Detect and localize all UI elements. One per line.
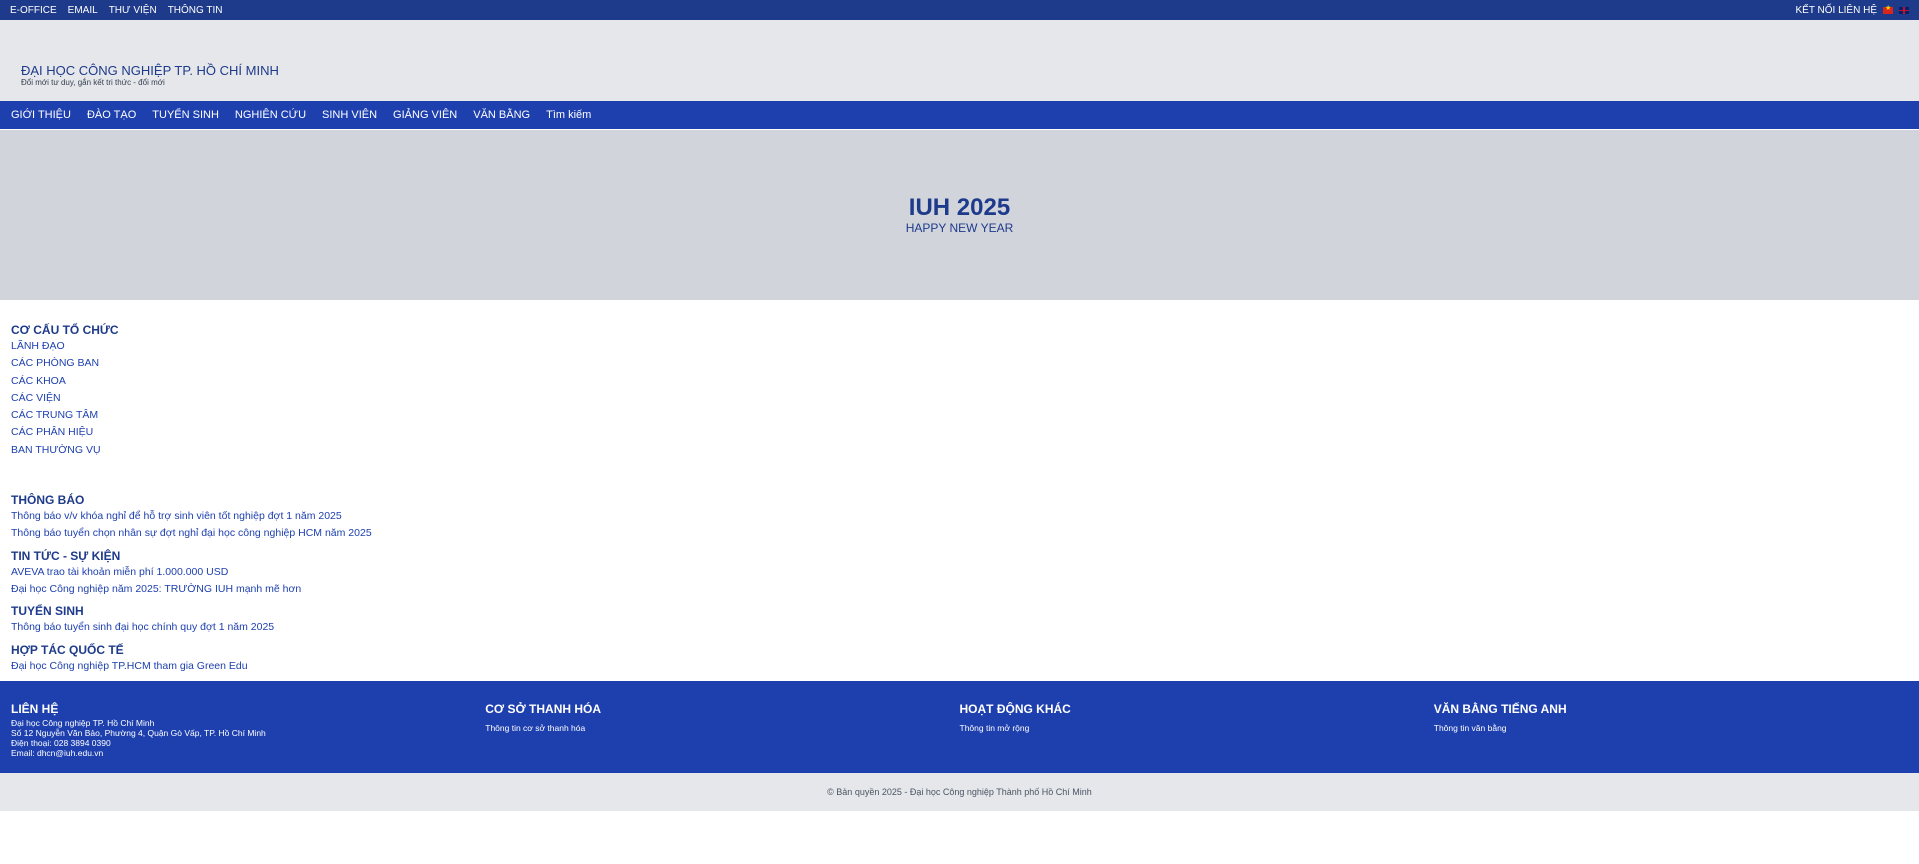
admissions-item[interactable]: Thông báo tuyển sinh đại học chính quy đ… xyxy=(11,619,1908,636)
nav-research[interactable]: NGHIÊN CỨU xyxy=(235,109,306,121)
site-footer: LIÊN HỆ Đại học Công nghiệp TP. Hồ Chí M… xyxy=(0,680,1919,773)
uk-flag-icon[interactable] xyxy=(1899,6,1909,14)
org-item-leadership[interactable]: LÃNH ĐẠO xyxy=(11,338,1908,355)
nav-admissions[interactable]: TUYỂN SINH xyxy=(152,109,219,121)
footer-contact-line: Số 12 Nguyễn Văn Bảo, Phường 4, Quận Gò … xyxy=(11,727,266,738)
footer-contact: LIÊN HỆ Đại học Công nghiệp TP. Hồ Chí M… xyxy=(11,681,485,773)
top-link-email[interactable]: EMAIL xyxy=(68,5,98,16)
news-item[interactable]: AVEVA trao tài khoản miễn phí 1.000.000 … xyxy=(11,564,1908,581)
nav-diplomas[interactable]: VĂN BẰNG xyxy=(473,109,530,121)
org-structure-list: LÃNH ĐẠO CÁC PHÒNG BAN CÁC KHOA CÁC VIỆN… xyxy=(11,338,1908,459)
org-structure-title: CƠ CẤU TỔ CHỨC xyxy=(11,323,119,337)
hero-banner: IUH 2025 HAPPY NEW YEAR xyxy=(0,130,1919,300)
org-item-centers[interactable]: CÁC TRUNG TÂM xyxy=(11,407,1908,424)
nav-search[interactable]: Tìm kiếm xyxy=(546,109,591,121)
announcements-section: THÔNG BÁO Thông báo v/v khóa nghỉ để hỗ … xyxy=(11,493,1908,543)
top-bar: E-OFFICE EMAIL THƯ VIỆN THÔNG TIN KẾT NỐ… xyxy=(0,0,1919,20)
main-content: CƠ CẤU TỔ CHỨC LÃNH ĐẠO CÁC PHÒNG BAN CÁ… xyxy=(0,300,1919,675)
footer-english-diploma: VĂN BẰNG TIẾNG ANH Thông tin văn bằng xyxy=(1434,681,1908,773)
announcements-title: THÔNG BÁO xyxy=(11,493,85,508)
org-item-standing-committee[interactable]: BAN THƯỜNG VỤ xyxy=(11,442,1908,459)
footer-thanhhoa-link[interactable]: Thông tin cơ sở thanh hóa xyxy=(485,723,585,733)
footer-contact-title: LIÊN HỆ xyxy=(11,701,59,716)
admissions-title: TUYỂN SINH xyxy=(11,604,84,619)
nav-lecturers[interactable]: GIẢNG VIÊN xyxy=(393,109,457,121)
brand[interactable]: ĐẠI HỌC CÔNG NGHIỆP TP. HỒ CHÍ MINH Đổi … xyxy=(21,63,279,88)
vietnam-flag-icon[interactable] xyxy=(1883,4,1893,14)
footer-english-diploma-title: VĂN BẰNG TIẾNG ANH xyxy=(1433,701,1567,716)
footer-activities: HOẠT ĐỘNG KHÁC Thông tin mở rộng xyxy=(960,681,1434,773)
international-title: HỢP TÁC QUỐC TẾ xyxy=(11,642,124,657)
footer-activities-title: HOẠT ĐỘNG KHÁC xyxy=(959,701,1071,716)
main-nav: GIỚI THIỆU ĐÀO TẠO TUYỂN SINH NGHIÊN CỨU… xyxy=(0,101,1919,129)
footer-english-diploma-link[interactable]: Thông tin văn bằng xyxy=(1434,723,1507,733)
news-events-title: TIN TỨC - SỰ KIỆN xyxy=(11,548,121,563)
nav-about[interactable]: GIỚI THIỆU xyxy=(11,109,71,121)
footer-contact-line: Đại học Công nghiệp TP. Hồ Chí Minh xyxy=(11,717,155,728)
top-link-eoffice[interactable]: E-OFFICE xyxy=(10,5,57,16)
contact-link[interactable]: KẾT NỐI LIÊN HỆ xyxy=(1795,5,1877,16)
international-item[interactable]: Đại học Công nghiệp TP.HCM tham gia Gree… xyxy=(11,658,1908,675)
copyright-bar: © Bản quyền 2025 - Đại học Công nghiệp T… xyxy=(0,772,1919,811)
site-header: ĐẠI HỌC CÔNG NGHIỆP TP. HỒ CHÍ MINH Đổi … xyxy=(0,20,1919,101)
announcement-item[interactable]: Thông báo tuyển chọn nhân sự đợt nghỉ đạ… xyxy=(11,525,1908,542)
footer-contact-line: Điện thoại: 028 3894 0390 xyxy=(11,737,111,748)
news-item[interactable]: Đại học Công nghiệp năm 2025: TRƯỜNG IUH… xyxy=(11,581,1908,598)
footer-activities-link[interactable]: Thông tin mở rộng xyxy=(960,723,1030,733)
org-item-departments[interactable]: CÁC PHÒNG BAN xyxy=(11,355,1908,372)
footer-thanhhoa-title: CƠ SỞ THANH HÓA xyxy=(485,701,602,716)
top-link-library[interactable]: THƯ VIỆN xyxy=(109,5,157,16)
admissions-section: TUYỂN SINH Thông báo tuyển sinh đại học … xyxy=(11,604,1908,636)
org-item-faculties[interactable]: CÁC KHOA xyxy=(11,373,1908,390)
site-title: ĐẠI HỌC CÔNG NGHIỆP TP. HỒ CHÍ MINH xyxy=(21,63,279,78)
nav-training[interactable]: ĐÀO TẠO xyxy=(87,109,136,121)
hero-title: IUH 2025 xyxy=(908,194,1011,221)
site-slogan: Đổi mới tư duy, gắn kết tri thức - đổi m… xyxy=(21,78,165,87)
top-links: E-OFFICE EMAIL THƯ VIỆN THÔNG TIN xyxy=(10,5,223,16)
news-events-section: TIN TỨC - SỰ KIỆN AVEVA trao tài khoản m… xyxy=(11,549,1908,599)
copyright-text: © Bản quyền 2025 - Đại học Công nghiệp T… xyxy=(827,786,1092,797)
nav-students[interactable]: SINH VIÊN xyxy=(322,109,377,121)
top-right: KẾT NỐI LIÊN HỆ xyxy=(1795,4,1909,16)
footer-contact-line[interactable]: Email: dhcn@iuh.edu.vn xyxy=(11,748,485,758)
footer-thanhhoa: CƠ SỞ THANH HÓA Thông tin cơ sở thanh hó… xyxy=(485,681,959,773)
org-item-branches[interactable]: CÁC PHÂN HIỆU xyxy=(11,424,1908,441)
announcement-item[interactable]: Thông báo v/v khóa nghỉ để hỗ trợ sinh v… xyxy=(11,508,1908,525)
hero-subtitle: HAPPY NEW YEAR xyxy=(905,221,1014,235)
international-section: HỢP TÁC QUỐC TẾ Đại học Công nghiệp TP.H… xyxy=(11,643,1908,675)
top-link-info[interactable]: THÔNG TIN xyxy=(168,5,223,16)
org-item-institutes[interactable]: CÁC VIỆN xyxy=(11,390,1908,407)
